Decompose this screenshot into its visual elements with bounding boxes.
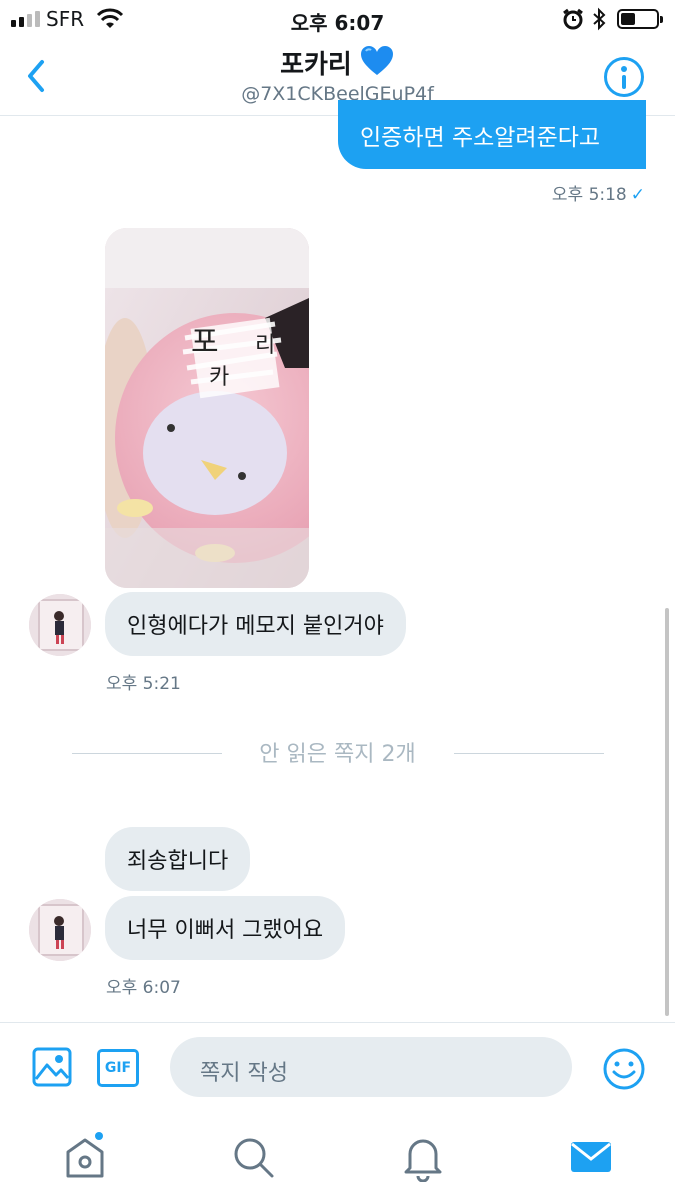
incoming-message-bubble[interactable]: 인형에다가 메모지 붙인거야	[105, 592, 406, 656]
sender-avatar[interactable]	[29, 594, 91, 656]
outgoing-message-meta: 오후 5:18 ✓	[552, 180, 645, 205]
svg-text:카: 카	[209, 365, 229, 390]
status-bar: SFR 오후 6:07	[0, 0, 675, 38]
message-input[interactable]: 쪽지 작성	[170, 1037, 572, 1097]
info-button[interactable]	[604, 57, 644, 97]
sender-avatar[interactable]	[29, 899, 91, 961]
emoji-icon[interactable]	[602, 1047, 646, 1091]
alarm-icon	[563, 8, 583, 30]
svg-text:포: 포	[191, 325, 219, 360]
notifications-icon[interactable]	[398, 1132, 448, 1182]
message-composer: GIF 쪽지 작성	[0, 1022, 675, 1112]
read-checkmark-icon: ✓	[630, 185, 645, 205]
home-icon[interactable]	[60, 1132, 110, 1182]
messages-icon[interactable]	[566, 1132, 616, 1182]
conversation-title: 포카리 @7X1CKBeelGEuP4f	[0, 44, 675, 105]
svg-text:리: 리	[255, 333, 275, 358]
incoming-message-bubble[interactable]: 죄송합니다	[105, 827, 251, 891]
outgoing-message-time: 오후 5:18	[551, 185, 627, 205]
contact-name: 포카리	[280, 50, 352, 80]
scrollbar[interactable]	[665, 608, 669, 1016]
bottom-tab-bar	[0, 1112, 675, 1200]
bluetooth-icon	[593, 7, 606, 31]
outgoing-message-bubble[interactable]: 인증하면 주소알려준다고	[338, 100, 646, 169]
blue-heart-icon	[360, 46, 393, 75]
plush-doll-photo: 포 카 리	[105, 228, 309, 588]
incoming-message-time: 오후 6:07	[106, 978, 181, 998]
incoming-message-bubble[interactable]: 너무 이뻐서 그랬어요	[105, 896, 346, 960]
gif-button[interactable]: GIF	[97, 1049, 139, 1087]
incoming-message-time: 오후 5:21	[106, 674, 181, 694]
unread-divider-line-right	[454, 753, 604, 754]
battery-icon	[617, 9, 663, 29]
unread-messages-divider: 안 읽은 쪽지 2개	[259, 742, 416, 767]
add-photo-icon[interactable]	[32, 1047, 72, 1087]
search-icon[interactable]	[228, 1132, 278, 1182]
photo-message[interactable]: 포 카 리	[105, 228, 309, 588]
